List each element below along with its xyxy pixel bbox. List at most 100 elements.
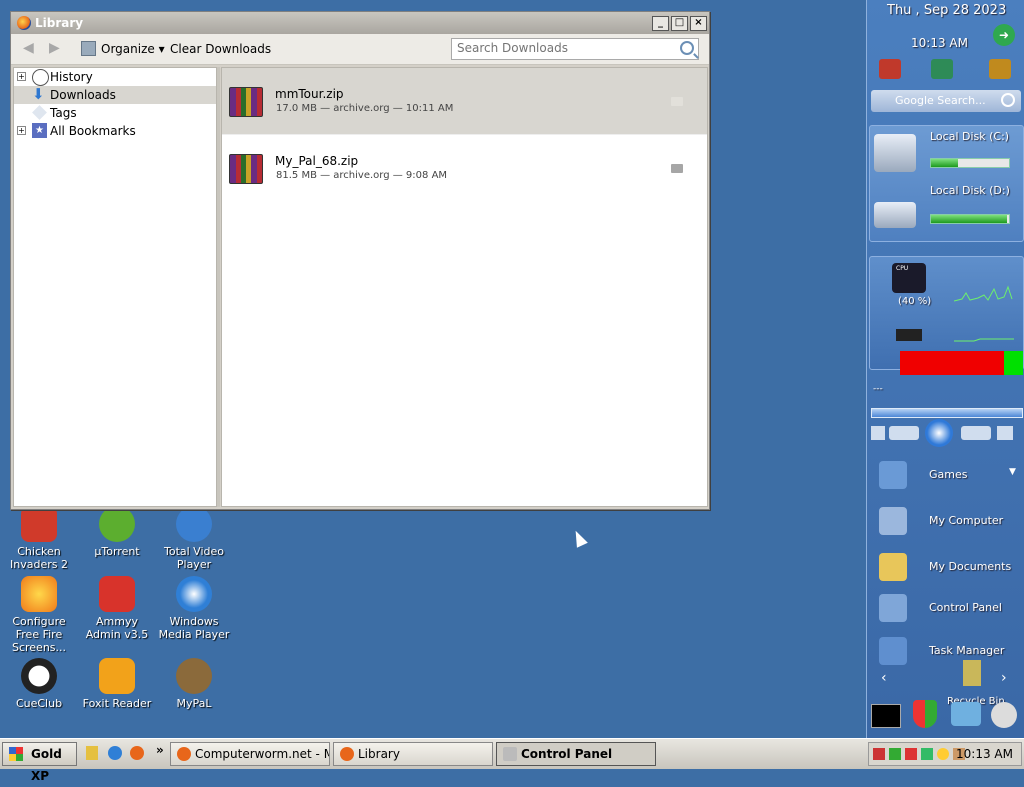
sidebar-item-history[interactable]: + History (14, 68, 216, 86)
zip-archive-icon (229, 87, 263, 117)
disk-gadget: Local Disk (C:) Local Disk (D:) (869, 125, 1024, 242)
fire-icon (21, 576, 57, 612)
desktop-icon-windows-media-player[interactable]: Windows Media Player (155, 576, 233, 641)
download-item[interactable]: mmTour.zip 17.0 MB — archive.org — 10:11… (222, 68, 707, 135)
desktop-icon-configure-free-fire[interactable]: Configure Free Fire Screens... (0, 576, 78, 654)
go-arrow-icon[interactable]: ➜ (993, 24, 1015, 46)
sidebar-time: 10:13 AM (911, 36, 968, 50)
download-filename: My_Pal_68.zip (275, 154, 359, 168)
sidebar-item-tags[interactable]: Tags (14, 104, 216, 122)
quick-launch-firefox-icon[interactable] (130, 746, 144, 760)
forward-icon[interactable]: ▶ (49, 41, 63, 55)
quick-launch-ie-icon[interactable] (108, 746, 122, 760)
download-item[interactable]: My_Pal_68.zip 81.5 MB — archive.org — 9:… (222, 135, 707, 201)
ammyy-admin-icon (99, 576, 135, 612)
download-meta: 81.5 MB — archive.org — 9:08 AM (276, 170, 448, 181)
previous-icon[interactable] (889, 426, 919, 440)
restart-icon[interactable] (931, 59, 953, 79)
chevron-down-icon[interactable]: ▼ (1009, 467, 1016, 477)
security-shield-icon[interactable] (913, 700, 937, 728)
organize-button[interactable]: Organize ▾ (101, 42, 165, 56)
recycle-bin-icon[interactable] (963, 660, 981, 686)
library-sidebar: + History ⬇ Downloads Tags + ★ All Bookm… (13, 67, 217, 507)
desktop-icon-chicken-invaders[interactable]: Chicken Invaders 2 (0, 506, 78, 571)
eject-icon[interactable] (997, 426, 1013, 440)
shutdown-icon[interactable] (879, 59, 901, 79)
tag-icon (32, 105, 47, 120)
organize-icon (81, 41, 96, 56)
search-icon[interactable] (680, 41, 694, 55)
star-icon: ★ (32, 123, 47, 138)
stop-icon[interactable] (871, 426, 885, 440)
quick-launch-folder-icon[interactable] (86, 746, 98, 760)
tray-icon[interactable] (921, 748, 933, 760)
taskbar-item-library[interactable]: Library (333, 742, 493, 766)
tray-shield-icon[interactable] (905, 748, 917, 760)
search-downloads-input[interactable] (452, 39, 677, 57)
clear-downloads-button[interactable]: Clear Downloads (170, 42, 271, 56)
downloads-list: mmTour.zip 17.0 MB — archive.org — 10:11… (221, 67, 708, 507)
sidebar-item-games[interactable]: Games ▼ (867, 455, 1024, 495)
desktop-icon-total-video-player[interactable]: Total Video Player (155, 506, 233, 571)
system-tray: 10:13 AM (868, 742, 1022, 766)
library-toolbar: ◀ ▶ Organize ▾ Clear Downloads (11, 34, 709, 65)
desktop-icon-cueclub[interactable]: CueClub (0, 658, 78, 710)
sidebar-item-downloads[interactable]: ⬇ Downloads (14, 86, 216, 104)
sidebar-item-task-manager[interactable]: Task Manager (867, 631, 1024, 671)
chicken-invaders-icon (21, 506, 57, 542)
network-icon[interactable] (951, 702, 981, 726)
memory-graph (954, 338, 1014, 342)
control-panel-icon (879, 594, 907, 622)
quick-launch-overflow-icon[interactable]: » (156, 743, 164, 757)
scroll-right-icon[interactable]: › (1001, 670, 1007, 686)
library-window: Library _ □ × ◀ ▶ Organize ▾ Clear Downl… (10, 11, 710, 510)
media-seek-bar[interactable] (871, 408, 1023, 418)
tray-icon[interactable] (937, 748, 949, 760)
games-icon (879, 461, 907, 489)
expand-icon[interactable]: + (17, 126, 26, 135)
start-button[interactable]: Gold XP (2, 742, 77, 783)
sidebar-item-all-bookmarks[interactable]: + ★ All Bookmarks (14, 122, 216, 140)
desktop-icon-ammyy-admin[interactable]: Ammyy Admin v3.5 (78, 576, 156, 641)
play-icon[interactable] (925, 419, 953, 447)
taskbar-clock[interactable]: 10:13 AM (956, 747, 1013, 761)
open-folder-icon[interactable] (671, 97, 683, 106)
logoff-icon[interactable] (989, 59, 1011, 79)
command-prompt-icon[interactable] (871, 704, 901, 728)
next-icon[interactable] (961, 426, 991, 440)
media-title: --- (873, 384, 883, 394)
sidebar-item-my-computer[interactable]: My Computer (867, 501, 1024, 541)
tray-icon[interactable] (889, 748, 901, 760)
disk-d-usage (930, 214, 1010, 224)
library-titlebar[interactable]: Library _ □ × (11, 12, 709, 34)
sidebar-item-my-documents[interactable]: My Documents (867, 547, 1024, 587)
desktop-icon-foxit-reader[interactable]: Foxit Reader (78, 658, 156, 710)
control-panel-icon (503, 747, 517, 761)
google-search-input[interactable]: Google Search... (895, 94, 986, 107)
search-icon[interactable] (1001, 93, 1015, 107)
download-meta: 17.0 MB — archive.org — 10:11 AM (276, 103, 454, 114)
minimize-button[interactable]: _ (652, 15, 669, 31)
sidebar-item-control-panel[interactable]: Control Panel (867, 588, 1024, 628)
google-search-field[interactable]: Google Search... (871, 90, 1021, 112)
taskbar-item-computerworm[interactable]: Computerworm.net - Mo... (170, 742, 330, 766)
usage-bar-red (900, 351, 1004, 375)
expand-icon[interactable]: + (17, 72, 26, 81)
close-button[interactable]: × (690, 15, 707, 31)
pane-splitter[interactable] (217, 67, 220, 507)
windows-logo-icon (9, 747, 23, 761)
open-folder-icon[interactable] (671, 164, 683, 173)
tray-icon[interactable] (873, 748, 885, 760)
taskbar-item-control-panel[interactable]: Control Panel (496, 742, 656, 766)
desktop-icon-mypal[interactable]: MyPaL (155, 658, 233, 710)
maximize-button[interactable]: □ (671, 15, 688, 31)
back-icon[interactable]: ◀ (23, 41, 37, 55)
cpu-percent: (40 %) (898, 296, 932, 307)
taskbar: Gold XP » Computerworm.net - Mo... Libra… (0, 738, 1024, 783)
speaker-icon[interactable] (991, 702, 1017, 728)
search-downloads-field[interactable] (451, 38, 699, 60)
scroll-left-icon[interactable]: ‹ (881, 670, 887, 686)
desktop-sidebar: Thu , Sep 28 2023 10:13 AM ➜ Google Sear… (866, 0, 1024, 738)
folder-icon (879, 553, 907, 581)
desktop-icon-utorrent[interactable]: µTorrent (78, 506, 156, 558)
